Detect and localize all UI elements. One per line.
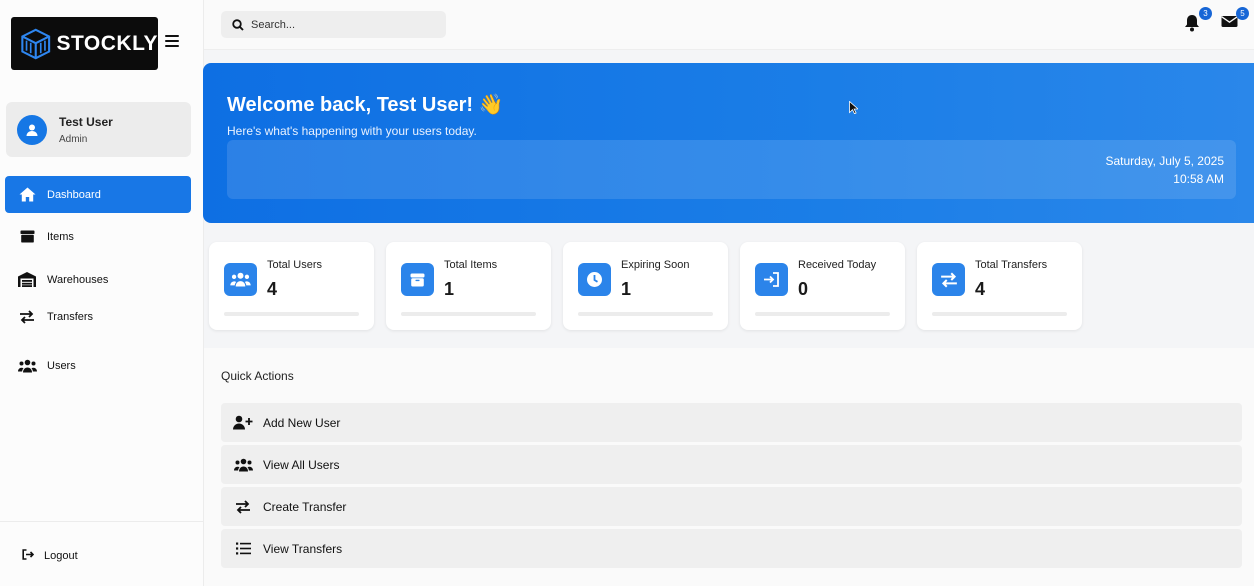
stat-card-total-items[interactable]: Total Items 1 [386, 242, 551, 330]
users-icon [233, 456, 253, 474]
stat-card-total-users[interactable]: Total Users 4 [209, 242, 374, 330]
stat-label: Total Users [267, 259, 323, 271]
cube-logo-icon [21, 28, 51, 59]
transfer-arrows-icon [233, 498, 253, 516]
stat-label: Total Transfers [975, 259, 1048, 271]
stat-progress-track [224, 312, 359, 316]
create-transfer-button[interactable]: Create Transfer [221, 487, 1242, 526]
user-profile-card[interactable]: Test User Admin [6, 102, 191, 157]
stat-value: 4 [975, 279, 986, 299]
sidebar-item-label: Transfers [47, 310, 94, 323]
welcome-banner: Welcome back, Test User! 👋 Here's what's… [203, 63, 1254, 223]
stat-label: Received Today [798, 259, 877, 271]
list-icon [233, 540, 253, 558]
users-icon [224, 263, 257, 296]
welcome-heading: Welcome back, Test User! 👋 [227, 94, 504, 116]
sidebar-item-label: Warehouses [47, 273, 109, 286]
date-time-panel: Saturday, July 5, 2025 10:58 AM [227, 140, 1236, 199]
user-icon [26, 124, 38, 136]
logout-button[interactable]: Logout [22, 549, 78, 563]
quick-action-label: Create Transfer [263, 499, 347, 514]
sidebar: STOCKLY Test User Admin Dashboard Items … [0, 0, 204, 586]
menu-toggle-icon[interactable] [165, 35, 179, 49]
brand-name: STOCKLY [56, 31, 158, 55]
users-icon [17, 357, 37, 375]
home-icon [17, 186, 37, 204]
sidebar-item-label: Items [47, 230, 74, 243]
stat-value: 1 [621, 279, 632, 299]
quick-actions-panel: Quick Actions Add New User View All User… [204, 348, 1254, 586]
stat-progress-track [755, 312, 890, 316]
quick-action-label: View Transfers [263, 541, 343, 556]
transfer-arrows-icon [17, 308, 37, 326]
view-all-users-button[interactable]: View All Users [221, 445, 1242, 484]
stat-card-expiring-soon[interactable]: Expiring Soon 1 [563, 242, 728, 330]
mouse-cursor-icon [849, 101, 858, 114]
quick-actions-title: Quick Actions [221, 369, 294, 383]
box-icon [17, 228, 37, 246]
notifications-button[interactable]: 3 [1184, 7, 1212, 34]
stat-value: 4 [267, 279, 278, 299]
quick-action-label: Add New User [263, 415, 341, 430]
stat-label: Expiring Soon [621, 259, 690, 271]
notification-count-badge: 3 [1199, 7, 1212, 20]
stat-value: 0 [798, 279, 809, 299]
bell-icon [1185, 15, 1199, 32]
user-plus-icon [233, 414, 253, 432]
sign-out-icon [22, 549, 35, 563]
sidebar-item-transfers[interactable]: Transfers [5, 298, 191, 335]
current-time: 10:58 AM [1173, 172, 1224, 186]
clock-icon [578, 263, 611, 296]
sidebar-item-label: Users [47, 359, 76, 372]
box-icon [401, 263, 434, 296]
messages-button[interactable]: 5 [1221, 7, 1249, 34]
add-new-user-button[interactable]: Add New User [221, 403, 1242, 442]
logout-label: Logout [44, 550, 78, 562]
user-name: Test User [59, 114, 113, 129]
message-count-badge: 5 [1236, 7, 1249, 20]
stat-card-total-transfers[interactable]: Total Transfers 4 [917, 242, 1082, 330]
view-transfers-button[interactable]: View Transfers [221, 529, 1242, 568]
sidebar-item-label: Dashboard [47, 188, 101, 201]
search-box[interactable] [221, 11, 446, 38]
avatar [17, 114, 47, 145]
welcome-subtitle: Here's what's happening with your users … [227, 124, 477, 138]
user-role: Admin [59, 133, 88, 145]
stat-value: 1 [444, 279, 455, 299]
brand-logo[interactable]: STOCKLY [11, 17, 158, 70]
stat-label: Total Items [444, 259, 498, 271]
sidebar-item-users[interactable]: Users [5, 347, 191, 384]
search-input[interactable] [251, 18, 431, 31]
stat-progress-track [932, 312, 1067, 316]
stat-progress-track [578, 312, 713, 316]
top-bar: 3 5 [204, 0, 1254, 50]
quick-action-label: View All Users [263, 457, 340, 472]
sidebar-item-warehouses[interactable]: Warehouses [5, 261, 191, 298]
warehouse-icon [17, 271, 37, 289]
stat-progress-track [401, 312, 536, 316]
transfer-arrows-icon [932, 263, 965, 296]
sign-in-icon [755, 263, 788, 296]
envelope-icon [1221, 16, 1238, 27]
sidebar-item-dashboard[interactable]: Dashboard [5, 176, 191, 213]
sidebar-item-items[interactable]: Items [5, 218, 191, 255]
search-icon [232, 18, 244, 31]
stat-card-received-today[interactable]: Received Today 0 [740, 242, 905, 330]
sidebar-divider [0, 521, 203, 522]
current-date: Saturday, July 5, 2025 [1105, 154, 1224, 168]
